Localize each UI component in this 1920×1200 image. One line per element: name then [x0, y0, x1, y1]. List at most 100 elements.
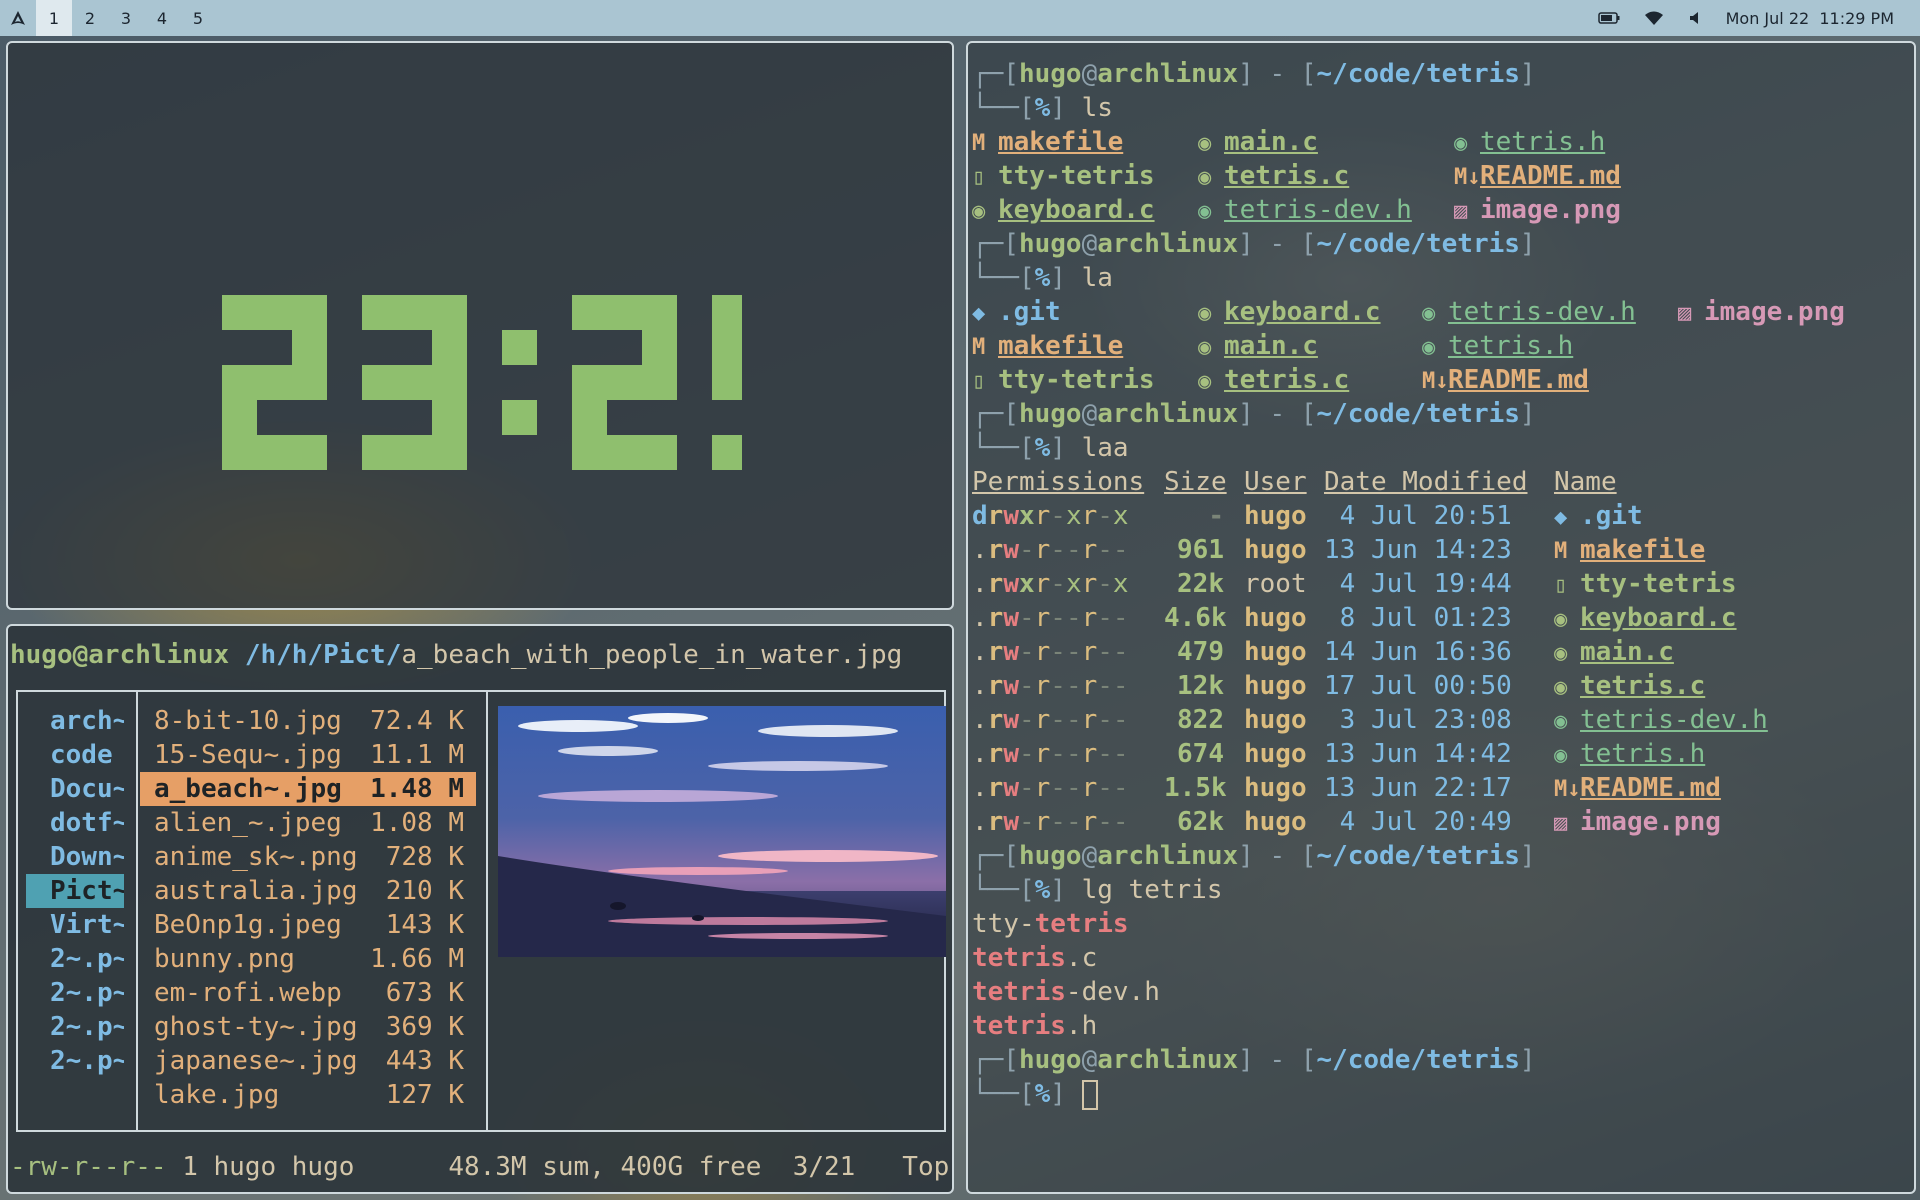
file-entry[interactable]: ◉ tetris.h	[1554, 737, 1854, 773]
file-entry[interactable]: ◉ tetris.c	[1198, 159, 1454, 195]
file-entry[interactable]: M↓README.md	[1554, 771, 1854, 807]
file-list-item[interactable]: 15-Sequ~.jpg 11.1 M	[140, 738, 476, 772]
file-entry[interactable]: ▯ tty-tetris	[1554, 567, 1854, 603]
parent-dir-item[interactable]: 2~.p~	[26, 1010, 124, 1044]
parent-dir-item[interactable]: code	[26, 738, 124, 772]
prompt-bracket: ┌─[	[972, 1045, 1019, 1075]
battery-icon[interactable]	[1597, 12, 1620, 24]
perm-char: -	[1065, 705, 1082, 735]
file-entry[interactable]: ▯ tty-tetris	[972, 159, 1198, 195]
file-size: 127 K	[385, 1080, 464, 1110]
parent-dir-item[interactable]: Pict~	[26, 874, 124, 908]
clock-datetime[interactable]: Mon Jul 22 11:29 PM	[1726, 9, 1894, 28]
file-entry[interactable]: ◉ keyboard.c	[1198, 295, 1422, 331]
file-entry[interactable]: M↓README.md	[1454, 159, 1654, 195]
terminal-cursor[interactable]	[1081, 1079, 1098, 1110]
file-entry[interactable]: ◉ main.c	[1198, 125, 1454, 161]
workspace-2[interactable]: 2	[72, 0, 108, 36]
prompt-directory: ~/code/tetris	[1316, 229, 1520, 259]
file-list-item[interactable]: bunny.png 1.66 M	[140, 942, 476, 976]
file-name: tetris.h	[1480, 127, 1606, 157]
file-list-item[interactable]: alien_~.jpeg 1.08 M	[140, 806, 476, 840]
prompt-at: @	[1081, 59, 1098, 89]
volume-icon[interactable]	[1688, 11, 1702, 25]
file-type-icon: ◆	[972, 301, 986, 326]
workspace-3[interactable]: 3	[108, 0, 144, 36]
file-entry[interactable]: ◉ main.c	[1198, 329, 1422, 365]
terminal-window[interactable]: ┌─[hugo@archlinux] - [~/code/tetris] └──[…	[966, 41, 1916, 1194]
perm-char: r	[987, 807, 1004, 837]
terminal-line: tetris.h	[972, 1009, 1878, 1043]
permissions-cell: .rw-r--r--	[972, 601, 1164, 635]
terminal-line: ┌─[hugo@archlinux] - [~/code/tetris]	[972, 1043, 1878, 1077]
size-cell: 674	[1177, 739, 1224, 769]
file-list-item[interactable]: lake.jpg 127 K	[140, 1078, 476, 1112]
workspace-4[interactable]: 4	[144, 0, 180, 36]
file-list-item[interactable]: ghost-ty~.jpg 369 K	[140, 1010, 476, 1044]
parent-dir-item[interactable]: arch~	[26, 704, 124, 738]
file-entry[interactable]: ▨ image.png	[1454, 193, 1654, 229]
perm-char: -	[1065, 535, 1082, 565]
file-entry[interactable]: Mmakefile	[1554, 533, 1854, 569]
file-entry[interactable]: ◉ tetris.h	[1454, 125, 1654, 161]
workspace-1[interactable]: 1	[36, 0, 72, 36]
arch-logo-icon[interactable]	[0, 0, 36, 36]
file-entry[interactable]: ◉ keyboard.c	[972, 193, 1198, 229]
parent-dir-item[interactable]: Virt~	[26, 908, 124, 942]
file-entry[interactable]: Mmakefile	[972, 125, 1198, 161]
file-entry[interactable]: ◆ .git	[972, 295, 1198, 331]
parent-dir-item[interactable]: dotf~	[26, 806, 124, 840]
perm-char: -	[1097, 773, 1113, 803]
perm-char: -	[1112, 739, 1129, 769]
parent-directory-pane: arch~ code Docu~ dotf~ Down~ Pict~ Virt~ 2~.p~ 2…	[26, 704, 124, 1078]
file-entry[interactable]: ◆ .git	[1554, 499, 1854, 535]
prompt-host: archlinux	[1097, 399, 1239, 429]
file-entry[interactable]: ◉ main.c	[1554, 635, 1854, 671]
file-list-item[interactable]: anime_sk~.png 728 K	[140, 840, 476, 874]
file-entry[interactable]: ◉ tetris-dev.h	[1422, 295, 1678, 331]
parent-dir-item[interactable]: Down~	[26, 840, 124, 874]
file-list-item[interactable]: BeOnp1g.jpeg 143 K	[140, 908, 476, 942]
file-list-item[interactable]: 8-bit-10.jpg 72.4 K	[140, 704, 476, 738]
file-manager-window[interactable]: hugo@archlinux /h/h/Pict/a_beach_with_pe…	[6, 624, 954, 1194]
file-list-item[interactable]: australia.jpg 210 K	[140, 874, 476, 908]
file-entry[interactable]: ◉ tetris.c	[1198, 363, 1422, 399]
perm-char: -	[1050, 705, 1066, 735]
file-list-item[interactable]: japanese~.jpg 443 K	[140, 1044, 476, 1078]
file-type-icon: M↓	[1554, 777, 1581, 802]
file-entry[interactable]: Mmakefile	[972, 329, 1198, 365]
file-entry[interactable]: ▯ tty-tetris	[972, 363, 1198, 399]
file-list-item[interactable]: em-rofi.webp 673 K	[140, 976, 476, 1010]
parent-dir-item[interactable]: 2~.p~	[26, 976, 124, 1010]
file-entry[interactable]: ◉ tetris-dev.h	[1198, 193, 1454, 229]
file-entry[interactable]: ◉ tetris.h	[1422, 329, 1678, 365]
file-name: keyboard.c	[998, 195, 1155, 225]
file-entry[interactable]: M↓README.md	[1422, 363, 1678, 399]
clock-window[interactable]	[6, 41, 954, 610]
file-type-icon: ◉	[1198, 199, 1212, 224]
workspace-switcher: 12345	[36, 0, 216, 36]
terminal-line: └──[%]	[972, 1077, 1878, 1111]
file-name: keyboard.c	[1224, 297, 1381, 327]
file-entry[interactable]: ▨ image.png	[1678, 295, 1878, 331]
file-entry[interactable]: ▨ image.png	[1554, 805, 1854, 841]
match-highlight: tetris	[972, 977, 1066, 1007]
perm-char: r	[1081, 603, 1098, 633]
file-list-item[interactable]: a_beach~.jpg 1.48 M	[140, 772, 476, 806]
perm-char: r	[1081, 807, 1098, 837]
file-entry[interactable]: ◉ tetris.c	[1554, 669, 1854, 705]
file-name: lake.jpg	[154, 1080, 280, 1110]
file-entry[interactable]: ◉ tetris-dev.h	[1554, 703, 1854, 739]
parent-dir-item[interactable]: 2~.p~	[26, 942, 124, 976]
wifi-icon[interactable]	[1644, 10, 1664, 26]
file-entry[interactable]: ◉ keyboard.c	[1554, 601, 1854, 637]
table-header: User	[1244, 467, 1307, 497]
parent-dir-item[interactable]: Docu~	[26, 772, 124, 806]
workspace-5[interactable]: 5	[180, 0, 216, 36]
size-cell: 822	[1177, 705, 1224, 735]
parent-dir-item[interactable]: 2~.p~	[26, 1044, 124, 1078]
prompt-user: hugo	[1018, 399, 1082, 429]
perm-char: w	[1003, 705, 1019, 735]
clock-digit	[222, 295, 327, 470]
prompt-symbol: %	[1034, 93, 1051, 123]
